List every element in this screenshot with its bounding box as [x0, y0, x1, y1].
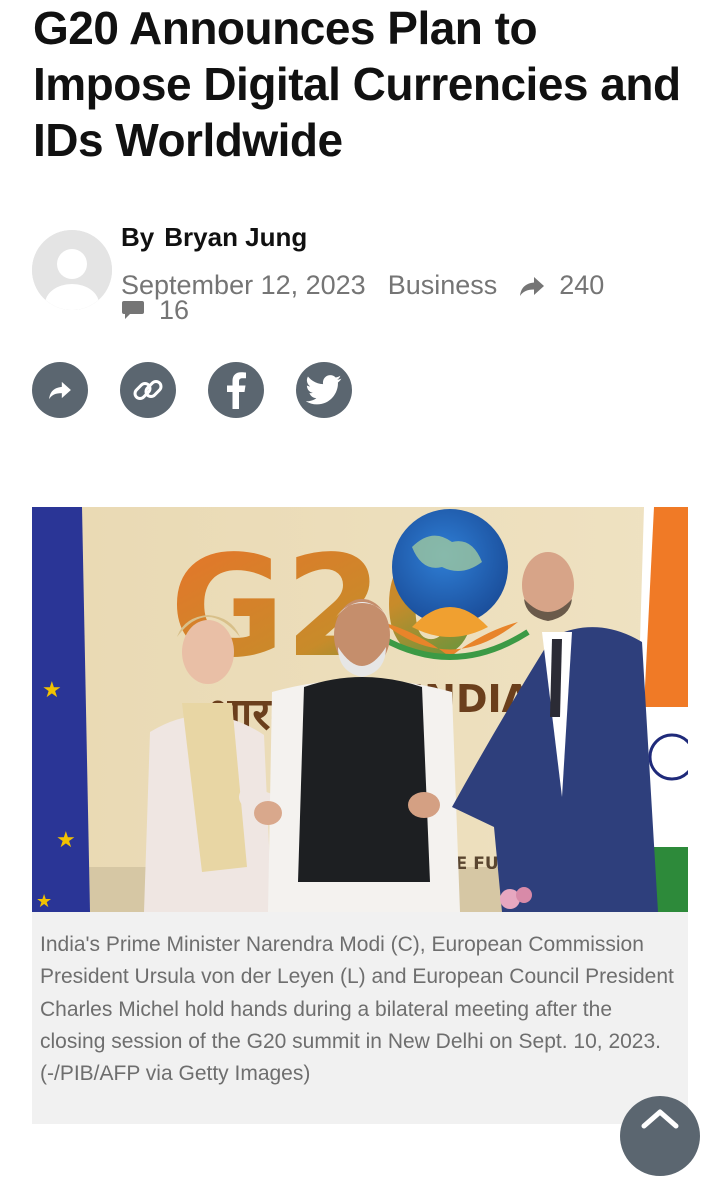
share-arrow-icon	[519, 273, 545, 303]
link-icon	[133, 380, 163, 400]
copy-link-button[interactable]	[120, 362, 176, 418]
by-label: By	[121, 222, 155, 252]
share-buttons	[32, 362, 352, 418]
svg-text:★: ★	[56, 828, 76, 853]
author-avatar[interactable]	[32, 230, 112, 310]
svg-text:★: ★	[36, 891, 52, 912]
chevron-up-icon	[641, 1109, 679, 1129]
comments-meta[interactable]: 16	[121, 296, 189, 326]
byline: By Bryan Jung	[121, 222, 307, 253]
category-link[interactable]: Business	[388, 270, 498, 300]
twitter-icon	[306, 375, 342, 405]
article-photo[interactable]: ★ ★ ★ G20 भारत INDIA ONE FUTURE	[32, 507, 688, 912]
scroll-to-top-button[interactable]	[620, 1096, 700, 1176]
facebook-icon	[227, 372, 246, 409]
svg-text:★: ★	[42, 678, 62, 703]
photo-caption: India's Prime Minister Narendra Modi (C)…	[32, 912, 688, 1124]
article-meta: September 12, 2023 Business 240	[121, 270, 604, 303]
comment-count: 16	[159, 295, 190, 325]
user-placeholder-icon	[32, 230, 112, 310]
share-icon	[49, 381, 71, 400]
article-title: G20 Announces Plan to Impose Digital Cur…	[33, 2, 681, 166]
comment-icon	[121, 298, 145, 326]
share-count: 240	[559, 270, 605, 300]
twitter-share-button[interactable]	[296, 362, 352, 418]
share-button[interactable]	[32, 362, 88, 418]
facebook-share-button[interactable]	[208, 362, 264, 418]
author-name[interactable]: Bryan Jung	[164, 222, 307, 252]
g20-meeting-photo: ★ ★ ★ G20 भारत INDIA ONE FUTURE	[32, 507, 688, 912]
